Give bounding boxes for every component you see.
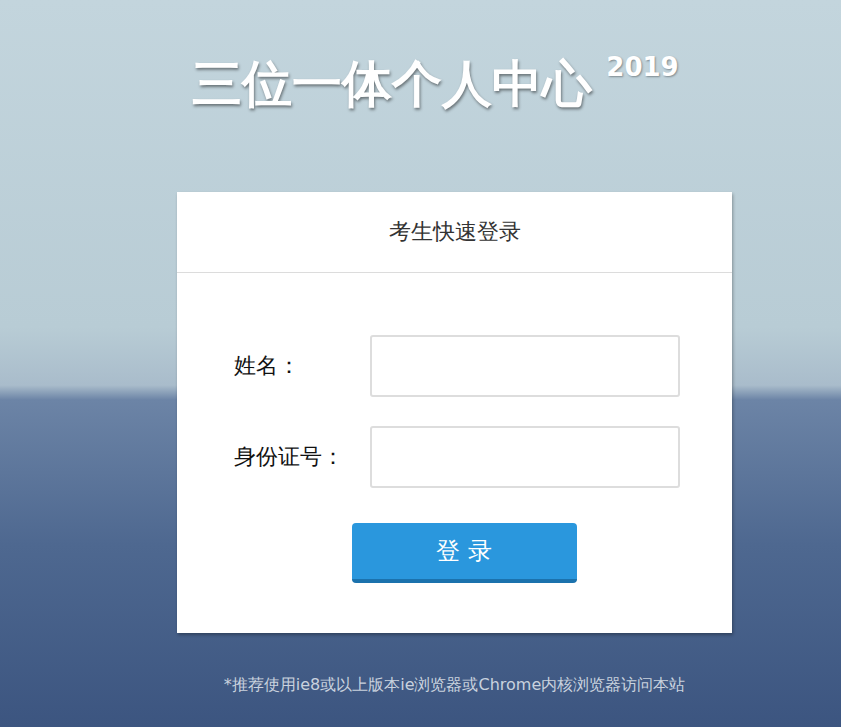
- login-page: 三位一体个人中心 2019 考生快速登录姓名： 身份证号： 登 录 *推荐使用ie8或以上…: [0, 0, 841, 727]
- button-row: 登 录: [234, 517, 682, 583]
- text-input[interactable]: [370, 335, 680, 397]
- title-year: 2019: [606, 52, 678, 82]
- browser-note: *推荐使用ie8或以上版本ie浏览器或Chrome内核浏览器访问本站: [177, 675, 732, 696]
- form-row: 姓名：: [234, 335, 682, 397]
- text-input[interactable]: [370, 426, 680, 488]
- field-label: 姓名：: [234, 351, 370, 381]
- title-text: 三位一体个人中心: [192, 52, 592, 116]
- card-heading: 考生快速登录: [177, 192, 732, 273]
- form-row: 身份证号：: [234, 426, 682, 488]
- page-title: 三位一体个人中心 2019: [0, 52, 841, 116]
- login-button[interactable]: 登 录: [352, 523, 577, 583]
- login-card: 考生快速登录姓名： 身份证号： 登 录: [177, 192, 732, 633]
- field-label: 身份证号：: [234, 442, 370, 472]
- login-column: 考生快速登录姓名： 身份证号： 登 录 *推荐使用ie8或以上版本ie浏览器或Chro…: [177, 192, 732, 696]
- login-form: 姓名： 身份证号： 登 录: [177, 273, 732, 633]
